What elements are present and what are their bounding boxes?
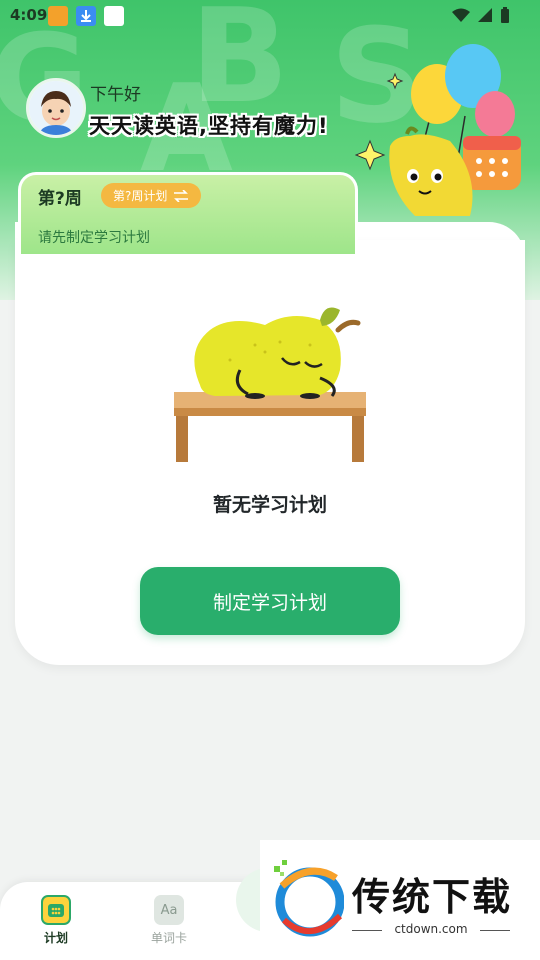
nav-label-plan: 计划 <box>43 931 68 945</box>
make-plan-button[interactable]: 制定学习计划 <box>140 567 400 635</box>
status-bar: 4:09 <box>0 0 540 32</box>
app-notification-icon <box>48 6 68 26</box>
status-time: 4:09 <box>10 6 48 24</box>
status-indicators <box>452 7 510 23</box>
week-title: 第?周 <box>38 189 82 209</box>
user-avatar[interactable] <box>26 78 86 138</box>
swap-icon <box>174 189 189 202</box>
nav-label-word-card: 单词卡 <box>150 931 187 945</box>
signal-icon <box>478 8 492 22</box>
calendar-icon <box>41 895 71 925</box>
week-switch-label: 第?周计划 <box>113 189 168 203</box>
battery-icon <box>501 7 509 23</box>
watermark-title: 传统下载 <box>352 875 513 919</box>
plan-hint-text: 请先制定学习计划 <box>38 230 150 246</box>
watermark-logo-icon <box>274 860 344 937</box>
nav-item-word-card[interactable]: Aa 单词卡 <box>129 895 209 946</box>
watermark-url: ctdown.com <box>352 922 510 936</box>
greeting-text: 下午好 <box>90 85 141 105</box>
empty-state-message: 暂无学习计划 <box>212 494 327 516</box>
app-notification-icon <box>104 6 124 26</box>
nav-item-plan[interactable]: 计划 <box>16 895 96 946</box>
week-plan-switch-button[interactable]: 第?周计划 <box>101 183 202 208</box>
sleeping-pear-illustration <box>174 307 366 462</box>
wifi-icon <box>452 8 470 22</box>
download-notification-icon <box>76 6 96 26</box>
word-card-icon: Aa <box>154 895 184 925</box>
slogan-text: 天天读英语,坚持有魔力! <box>89 114 329 138</box>
mascot-illustration <box>355 44 521 216</box>
